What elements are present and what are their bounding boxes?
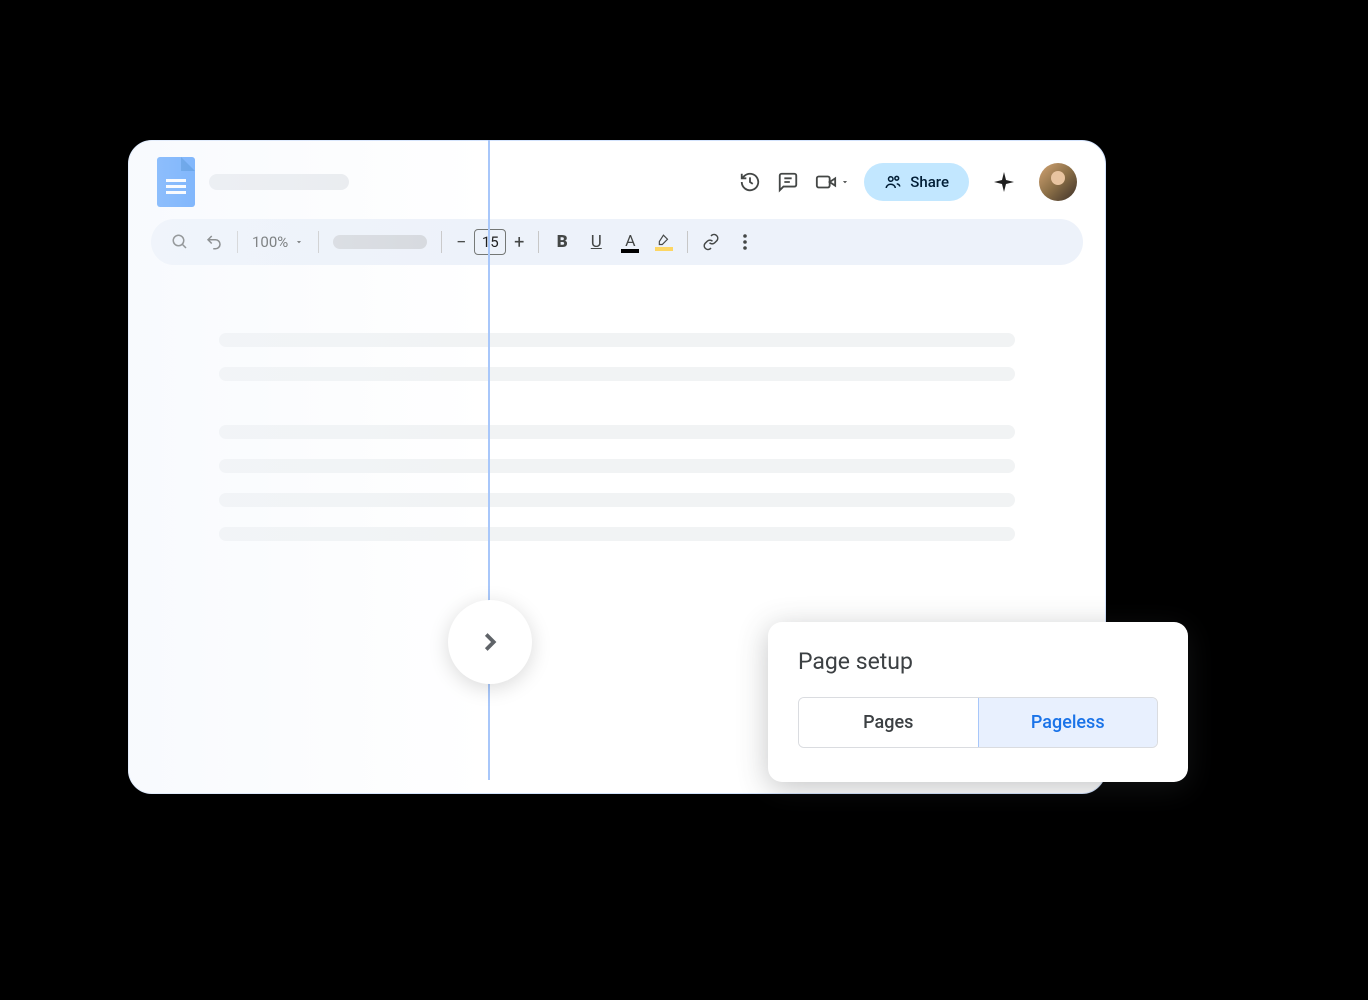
more-options-icon[interactable] (730, 227, 760, 257)
decrease-font-button[interactable]: − (450, 232, 472, 253)
page-setup-card: Page setup Pages Pageless (768, 622, 1188, 782)
search-icon[interactable] (165, 227, 195, 257)
underline-button[interactable]: U (581, 227, 611, 257)
chevron-down-icon (294, 237, 304, 247)
document-title-placeholder[interactable] (209, 174, 349, 190)
bold-button[interactable]: B (547, 227, 577, 257)
text-placeholder (219, 367, 1015, 381)
divider (687, 231, 688, 253)
text-placeholder (219, 527, 1015, 541)
divider (441, 231, 442, 253)
font-size-input[interactable]: 15 (474, 229, 506, 255)
page-boundary-line (488, 140, 490, 780)
user-avatar[interactable] (1039, 163, 1077, 201)
pageless-mode-button[interactable]: Pageless (978, 698, 1158, 747)
history-icon[interactable] (738, 170, 762, 194)
share-label: Share (910, 173, 949, 191)
divider (318, 231, 319, 253)
divider (538, 231, 539, 253)
comment-icon[interactable] (776, 170, 800, 194)
video-icon (814, 170, 838, 194)
increase-font-button[interactable]: + (508, 232, 530, 253)
divider (237, 231, 238, 253)
header: Share (129, 141, 1105, 219)
toolbar: 100% − 15 + B U A (151, 219, 1083, 265)
text-color-button[interactable]: A (615, 227, 645, 257)
zoom-dropdown[interactable]: 100% (246, 233, 310, 251)
text-placeholder (219, 459, 1015, 473)
undo-icon[interactable] (199, 227, 229, 257)
font-size-controls: − 15 + (450, 229, 530, 255)
page-mode-toggle: Pages Pageless (798, 697, 1158, 748)
ai-sparkle-icon[interactable] (991, 169, 1017, 195)
expand-chevron-button[interactable] (448, 600, 532, 684)
text-placeholder (219, 333, 1015, 347)
page-setup-title: Page setup (798, 648, 1158, 675)
font-family-placeholder[interactable] (333, 235, 427, 249)
chevron-down-icon (840, 177, 850, 187)
pages-mode-button[interactable]: Pages (799, 698, 978, 747)
video-call-button[interactable] (814, 170, 850, 194)
text-placeholder (219, 493, 1015, 507)
highlight-color-button[interactable] (649, 227, 679, 257)
insert-link-button[interactable] (696, 227, 726, 257)
zoom-value: 100% (252, 233, 288, 251)
chevron-right-icon (475, 627, 505, 657)
people-icon (884, 173, 902, 191)
text-placeholder (219, 425, 1015, 439)
docs-logo-icon[interactable] (157, 157, 195, 207)
share-button[interactable]: Share (864, 163, 969, 201)
